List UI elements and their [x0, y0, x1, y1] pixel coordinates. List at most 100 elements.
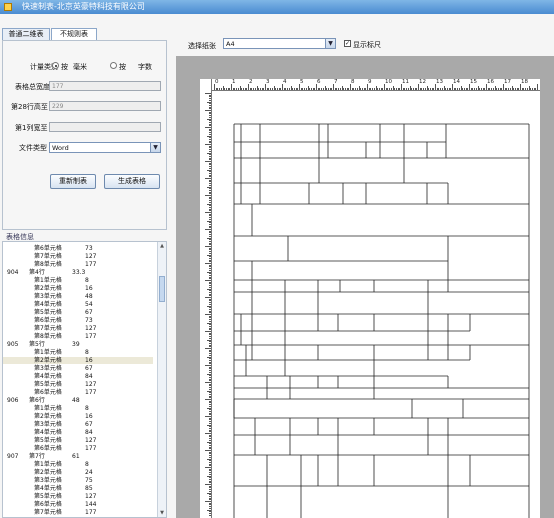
scroll-up-icon[interactable]: ▲: [158, 242, 166, 250]
info-scrollbar[interactable]: ▲ ▼: [157, 242, 166, 517]
list-item[interactable]: 第1单元格 8: [3, 405, 153, 412]
row-value: 24: [85, 469, 93, 476]
row-value: 8: [85, 405, 89, 412]
row-value: 127: [85, 437, 97, 444]
list-item[interactable]: 第1单元格 8: [3, 349, 153, 356]
list-item[interactable]: 第1单元格 8: [3, 461, 153, 468]
row-label: 第1单元格: [34, 405, 62, 412]
preview-canvas[interactable]: 0 1 2 3 4 5 6 7 8 9 10 11 12 13 14 15 16 17 18: [176, 56, 554, 518]
paper-page: 0 1 2 3 4 5 6 7 8 9 10 11 12 13 14 15 16 17 18: [200, 79, 540, 518]
redraw-button[interactable]: 重新制表: [50, 174, 96, 189]
list-item[interactable]: 第3单元格 67: [3, 365, 153, 372]
list-item[interactable]: 第2单元格 16: [3, 285, 153, 292]
paper-value: A4: [226, 40, 235, 48]
paper-toolbar: 选择纸张 A4 ▼ ✓ 显示标尺: [176, 34, 554, 56]
paper-select[interactable]: A4 ▼: [223, 38, 336, 49]
list-item[interactable]: 第4单元格 54: [3, 301, 153, 308]
radio-mm[interactable]: [52, 62, 59, 69]
list-item[interactable]: 第1单元格 8: [3, 277, 153, 284]
radio-chars-label: 字数: [138, 63, 152, 71]
row-label: 第3单元格: [34, 293, 62, 300]
row-value: 127: [85, 253, 97, 260]
row-value: 84: [85, 429, 93, 436]
row-label: 第8单元格: [34, 333, 62, 340]
row-value: 75: [85, 477, 93, 484]
row-value: 8: [85, 277, 89, 284]
list-item[interactable]: 第7单元格 127: [3, 325, 153, 332]
row-height-label: 第28行高至: [11, 103, 48, 111]
row-label: 第6行: [29, 397, 45, 404]
list-item[interactable]: 第7单元格 177: [3, 509, 153, 516]
tab-regular-table[interactable]: 普通二维表: [2, 28, 50, 40]
row-value: 16: [85, 357, 93, 364]
row-label: 第4单元格: [34, 485, 62, 492]
show-ruler-checkbox[interactable]: ✓: [344, 40, 351, 47]
row-label: 第4行: [29, 269, 45, 276]
settings-panel: 计量类别 按 毫米 按 字数 表格总宽度 177 第28行高至 229 第1列宽…: [2, 40, 167, 230]
row-value: 177: [85, 389, 97, 396]
row-id: 905: [7, 341, 19, 348]
row-value: 67: [85, 365, 93, 372]
row-value: 16: [85, 413, 93, 420]
radio-mm-label: 毫米: [73, 63, 87, 71]
list-item[interactable]: 第4单元格 84: [3, 373, 153, 380]
row-label: 第6单元格: [34, 389, 62, 396]
row-value: 177: [85, 445, 97, 452]
scroll-down-icon[interactable]: ▼: [158, 509, 166, 517]
row-label: 第5单元格: [34, 381, 62, 388]
scroll-thumb[interactable]: [159, 276, 165, 302]
tab-irregular-table[interactable]: 不规则表: [51, 28, 97, 40]
row-height-input[interactable]: 229: [49, 101, 161, 111]
paper-label: 选择纸张: [188, 42, 216, 50]
info-list[interactable]: 第6单元格 73 第7单元格 127 第8单元格 177 904 第4行 33.3 第1单元格 8 第…: [2, 241, 167, 518]
list-item[interactable]: 第6单元格 144: [3, 501, 153, 508]
row-label: 第2单元格: [34, 469, 62, 476]
list-item[interactable]: 第6单元格 73: [3, 317, 153, 324]
list-item[interactable]: 第2单元格 16: [3, 413, 153, 420]
row-value: 61: [72, 453, 80, 460]
row-value: 54: [85, 301, 93, 308]
list-item[interactable]: 第6单元格 177: [3, 445, 153, 452]
row-value: 48: [85, 293, 93, 300]
row-value: 144: [85, 501, 97, 508]
list-item[interactable]: 第4单元格 85: [3, 485, 153, 492]
file-type-label: 文件类型: [19, 144, 47, 152]
file-type-select[interactable]: Word ▼: [49, 142, 161, 153]
list-item[interactable]: 904 第4行 33.3: [3, 269, 153, 276]
list-item[interactable]: 第2单元格 24: [3, 469, 153, 476]
list-item[interactable]: 第3单元格 67: [3, 421, 153, 428]
list-item[interactable]: 第8单元格 177: [3, 333, 153, 340]
row-label: 第6单元格: [34, 245, 62, 252]
list-item[interactable]: 第5单元格 127: [3, 381, 153, 388]
list-item[interactable]: 第5单元格 127: [3, 437, 153, 444]
list-item[interactable]: 第5单元格 67: [3, 309, 153, 316]
chevron-down-icon[interactable]: ▼: [325, 39, 335, 48]
list-item[interactable]: 907 第7行 61: [3, 453, 153, 460]
row-label: 第5行: [29, 341, 45, 348]
list-item[interactable]: 第6单元格 177: [3, 389, 153, 396]
row-label: 第6单元格: [34, 501, 62, 508]
row-value: 33.3: [72, 269, 86, 276]
row-label: 第3单元格: [34, 365, 62, 372]
radio-chars[interactable]: [110, 62, 117, 69]
col-width-input[interactable]: [49, 122, 161, 132]
list-item[interactable]: 第2单元格 16: [3, 357, 153, 364]
row-label: 第1单元格: [34, 461, 62, 468]
chevron-down-icon[interactable]: ▼: [150, 143, 160, 152]
show-ruler-label: 显示标尺: [353, 41, 381, 49]
list-item[interactable]: 第3单元格 75: [3, 477, 153, 484]
list-item[interactable]: 第4单元格 84: [3, 429, 153, 436]
list-item[interactable]: 第8单元格 177: [3, 261, 153, 268]
generate-button[interactable]: 生成表格: [104, 174, 160, 189]
list-item[interactable]: 第5单元格 127: [3, 493, 153, 500]
row-value: 48: [72, 397, 80, 404]
list-item[interactable]: 第6单元格 73: [3, 245, 153, 252]
list-item[interactable]: 906 第6行 48: [3, 397, 153, 404]
row-value: 127: [85, 493, 97, 500]
list-item[interactable]: 第7单元格 127: [3, 253, 153, 260]
row-label: 第2单元格: [34, 357, 62, 364]
row-value: 67: [85, 309, 93, 316]
list-item[interactable]: 第3单元格 48: [3, 293, 153, 300]
total-width-input[interactable]: 177: [49, 81, 161, 91]
list-item[interactable]: 905 第5行 39: [3, 341, 153, 348]
